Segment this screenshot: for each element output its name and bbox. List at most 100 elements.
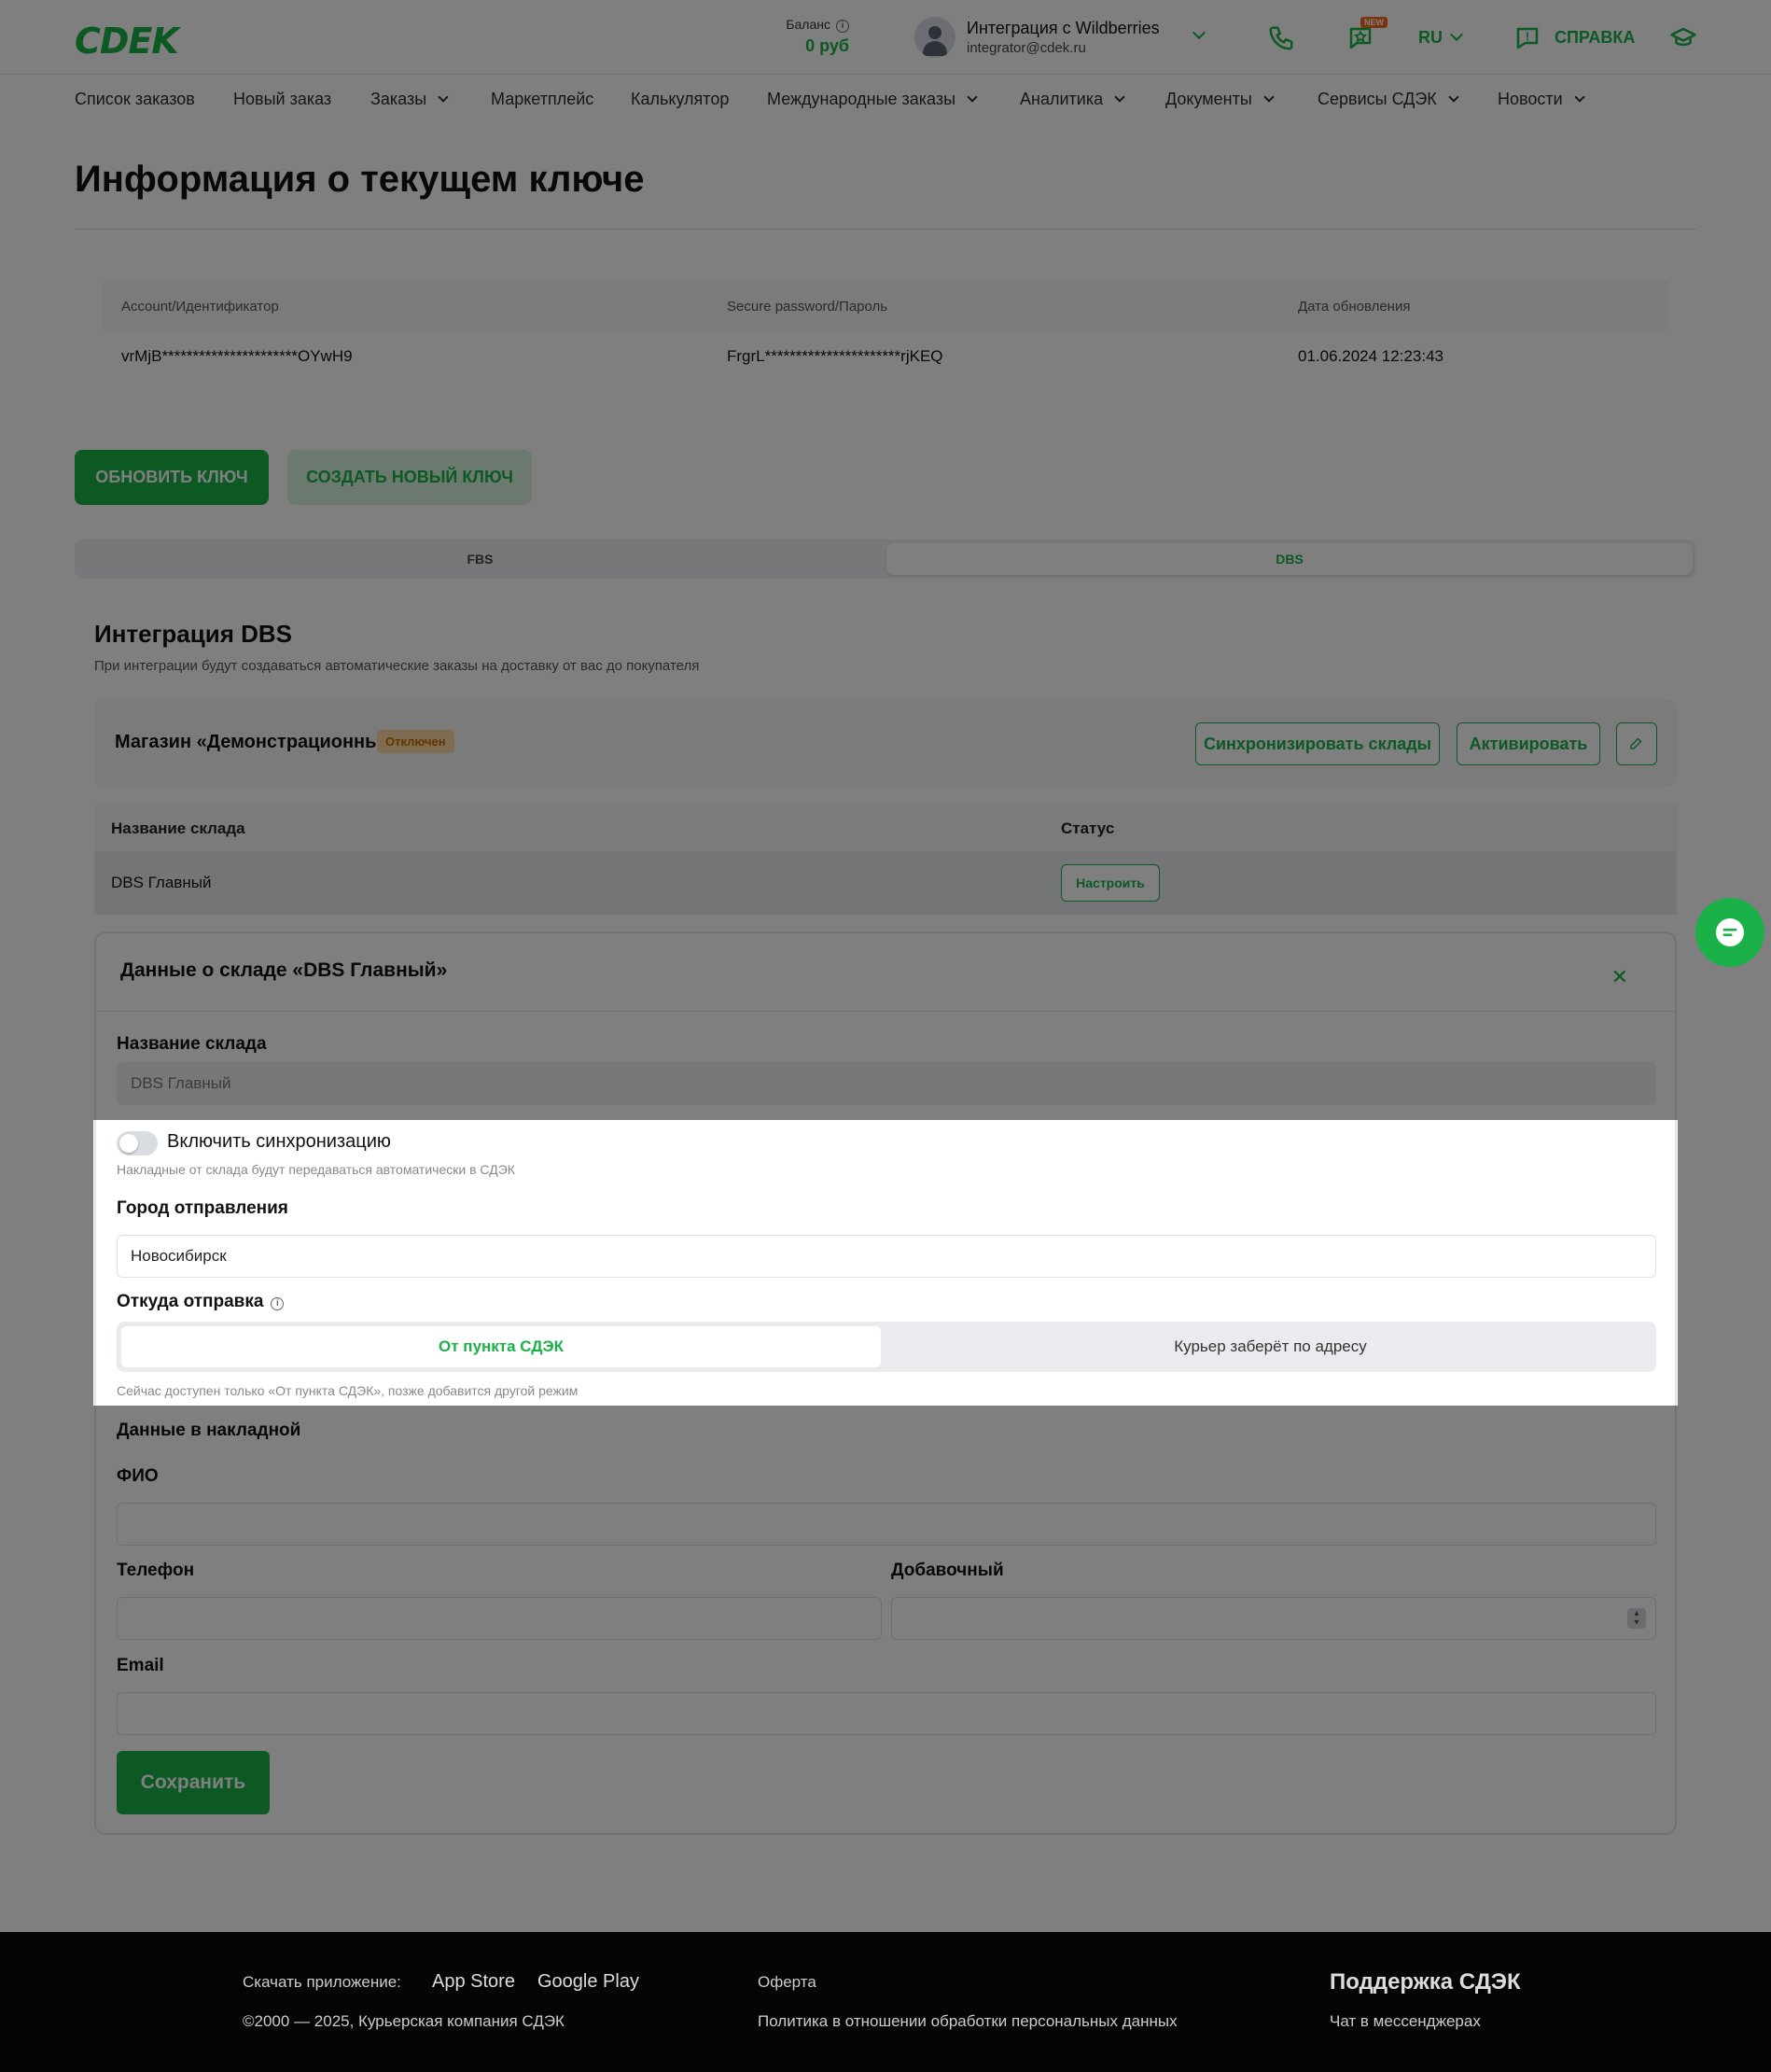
chevron-down-icon <box>967 91 978 103</box>
update-key-button[interactable]: ОБНОВИТЬ КЛЮЧ <box>75 450 269 505</box>
configure-button[interactable]: Настроить <box>1061 864 1160 902</box>
warehouse-name-cell: DBS Главный <box>111 874 212 891</box>
table-header: Название склада Статус <box>94 805 1677 851</box>
svg-text:!: ! <box>1526 31 1529 44</box>
offer-link[interactable]: Оферта <box>758 1973 816 1992</box>
edit-icon <box>1630 737 1642 749</box>
city-label: Город отправления <box>117 1198 288 1218</box>
email-input[interactable] <box>117 1692 1656 1735</box>
sync-warehouses-button[interactable]: Синхронизировать склады <box>1195 722 1440 765</box>
nav-news[interactable]: Новости <box>1498 90 1585 109</box>
create-key-button[interactable]: СОЗДАТЬ НОВЫЙ КЛЮЧ <box>287 450 532 505</box>
nav-documents[interactable]: Документы <box>1165 90 1275 109</box>
avatar <box>914 17 955 58</box>
chevron-down-icon <box>1448 91 1459 103</box>
google-play-link[interactable]: Google Play <box>537 1971 639 1993</box>
status-badge: Отключен <box>377 730 454 753</box>
news-star-icon[interactable] <box>1346 24 1374 52</box>
store-bar: Магазин «Демонстрационный» Отключен Синх… <box>94 700 1677 786</box>
nav-international-label: Международные заказы <box>767 90 956 108</box>
main-content: Информация о текущем ключе Account/Идент… <box>0 121 1771 1932</box>
table-row[interactable]: DBS Главный Настроить <box>94 851 1677 915</box>
sync-toggle[interactable] <box>117 1131 158 1155</box>
nav-orders[interactable]: Заказы <box>370 90 449 109</box>
nav-services[interactable]: Сервисы СДЭК <box>1318 90 1459 109</box>
phone-input[interactable] <box>117 1597 882 1640</box>
col-warehouse-name: Название склада <box>111 819 245 837</box>
key-table-header: Account/Идентификатор Secure password/Па… <box>103 280 1668 330</box>
edit-button[interactable] <box>1616 722 1657 765</box>
nav-calculator[interactable]: Калькулятор <box>631 90 729 109</box>
account-value: vrMjB**********************OYwH9 <box>121 347 353 365</box>
nav-analytics[interactable]: Аналитика <box>1020 90 1125 109</box>
help-link[interactable]: ! СПРАВКА <box>1513 24 1635 52</box>
privacy-link[interactable]: Политика в отношении обработки персональ… <box>758 2012 1178 2031</box>
integration-type-tabs: FBS DBS <box>75 539 1696 579</box>
language-selector[interactable]: RU <box>1418 27 1464 48</box>
nav-documents-label: Документы <box>1165 90 1252 108</box>
detail-title: Данные о складе «DBS Главный» <box>120 959 448 981</box>
store-name: Магазин «Демонстрационный» <box>115 732 403 752</box>
fio-label: ФИО <box>117 1466 159 1486</box>
chevron-down-icon <box>1114 91 1125 103</box>
nav-international[interactable]: Международные заказы <box>767 90 978 109</box>
divider <box>75 229 1696 230</box>
education-cap-icon[interactable] <box>1669 24 1697 52</box>
balance-label: Баланс <box>786 17 830 32</box>
detail-header: Данные о складе «DBS Главный» ✕ <box>96 933 1675 1012</box>
from-label-text: Откуда отправка <box>117 1292 264 1311</box>
dbs-integration-card: Интеграция DBS При интеграции будут созд… <box>75 597 1696 1885</box>
nav-services-label: Сервисы СДЭК <box>1318 90 1437 108</box>
chevron-down-icon <box>1449 27 1464 42</box>
account-switcher[interactable]: Интеграция с Wildberries integrator@cdek… <box>914 15 1213 60</box>
key-info-card: Account/Идентификатор Secure password/Па… <box>75 258 1696 439</box>
from-label: Откуда отправка i <box>117 1292 285 1312</box>
info-icon[interactable]: i <box>836 20 849 33</box>
warehouse-name-label: Название склада <box>117 1034 267 1054</box>
copyright: ©2000 — 2025, Курьерская компания СДЭК <box>243 2012 565 2030</box>
support-chat-link[interactable]: Чат в мессенджерах <box>1330 2012 1481 2031</box>
city-input[interactable]: Новосибирск <box>117 1235 1656 1278</box>
nav-new-order[interactable]: Новый заказ <box>233 90 331 109</box>
cdek-logo[interactable]: CDEK <box>75 21 179 62</box>
close-icon[interactable]: ✕ <box>1611 965 1628 989</box>
password-value: FrgrL**********************rjKEQ <box>727 347 943 365</box>
tab-fbs[interactable]: FBS <box>78 543 882 575</box>
new-badge: NEW <box>1360 17 1388 28</box>
help-label: СПРАВКА <box>1555 28 1636 47</box>
activate-button[interactable]: Активировать <box>1457 722 1600 765</box>
password-header: Secure password/Пароль <box>727 299 888 315</box>
tab-dbs[interactable]: DBS <box>886 543 1693 575</box>
balance-block: Баланс i 0 руб <box>778 17 849 56</box>
phone-icon[interactable] <box>1267 24 1295 52</box>
help-icon: ! <box>1516 27 1539 49</box>
language-label: RU <box>1418 28 1443 47</box>
courier-pickup-option[interactable]: Курьер заберёт по адресу <box>889 1326 1652 1367</box>
from-cdek-point-option[interactable]: От пункта СДЭК <box>121 1326 881 1367</box>
sync-hint: Накладные от склада будут передаваться а… <box>117 1162 515 1177</box>
from-mode-selector: От пункта СДЭК Курьер заберёт по адресу <box>117 1322 1656 1372</box>
chevron-down-icon <box>438 91 449 103</box>
page-title: Информация о текущем ключе <box>75 159 645 200</box>
footer: Скачать приложение: App Store Google Pla… <box>0 1932 1771 2072</box>
extension-input[interactable]: ▴ ▾ <box>891 1597 1656 1640</box>
app-store-link[interactable]: App Store <box>432 1971 515 1993</box>
warehouse-table: Название склада Статус DBS Главный Настр… <box>94 805 1677 915</box>
account-header: Account/Идентификатор <box>121 299 279 315</box>
chat-button[interactable] <box>1695 898 1764 967</box>
chevron-down-icon <box>1574 91 1585 103</box>
sync-toggle-label: Включить синхронизацию <box>167 1131 391 1152</box>
phone-label: Телефон <box>117 1561 195 1580</box>
stepper-icon[interactable]: ▴ ▾ <box>1627 1608 1646 1629</box>
download-label: Скачать приложение: <box>243 1973 401 1991</box>
invoice-section-title: Данные в накладной <box>117 1421 301 1440</box>
save-button[interactable]: Сохранить <box>117 1751 270 1814</box>
support-title: Поддержка СДЭК <box>1330 1969 1521 1995</box>
fio-input[interactable] <box>117 1503 1656 1546</box>
info-icon[interactable]: i <box>271 1297 285 1310</box>
main-navigation: Список заказов Новый заказ Заказы Маркет… <box>0 75 1771 121</box>
nav-orders-list[interactable]: Список заказов <box>75 90 195 109</box>
nav-marketplace[interactable]: Маркетплейс <box>491 90 593 109</box>
warehouse-detail-panel: Данные о складе «DBS Главный» ✕ Название… <box>94 931 1677 1835</box>
from-hint: Сейчас доступен только «От пункта СДЭК»,… <box>117 1383 579 1398</box>
